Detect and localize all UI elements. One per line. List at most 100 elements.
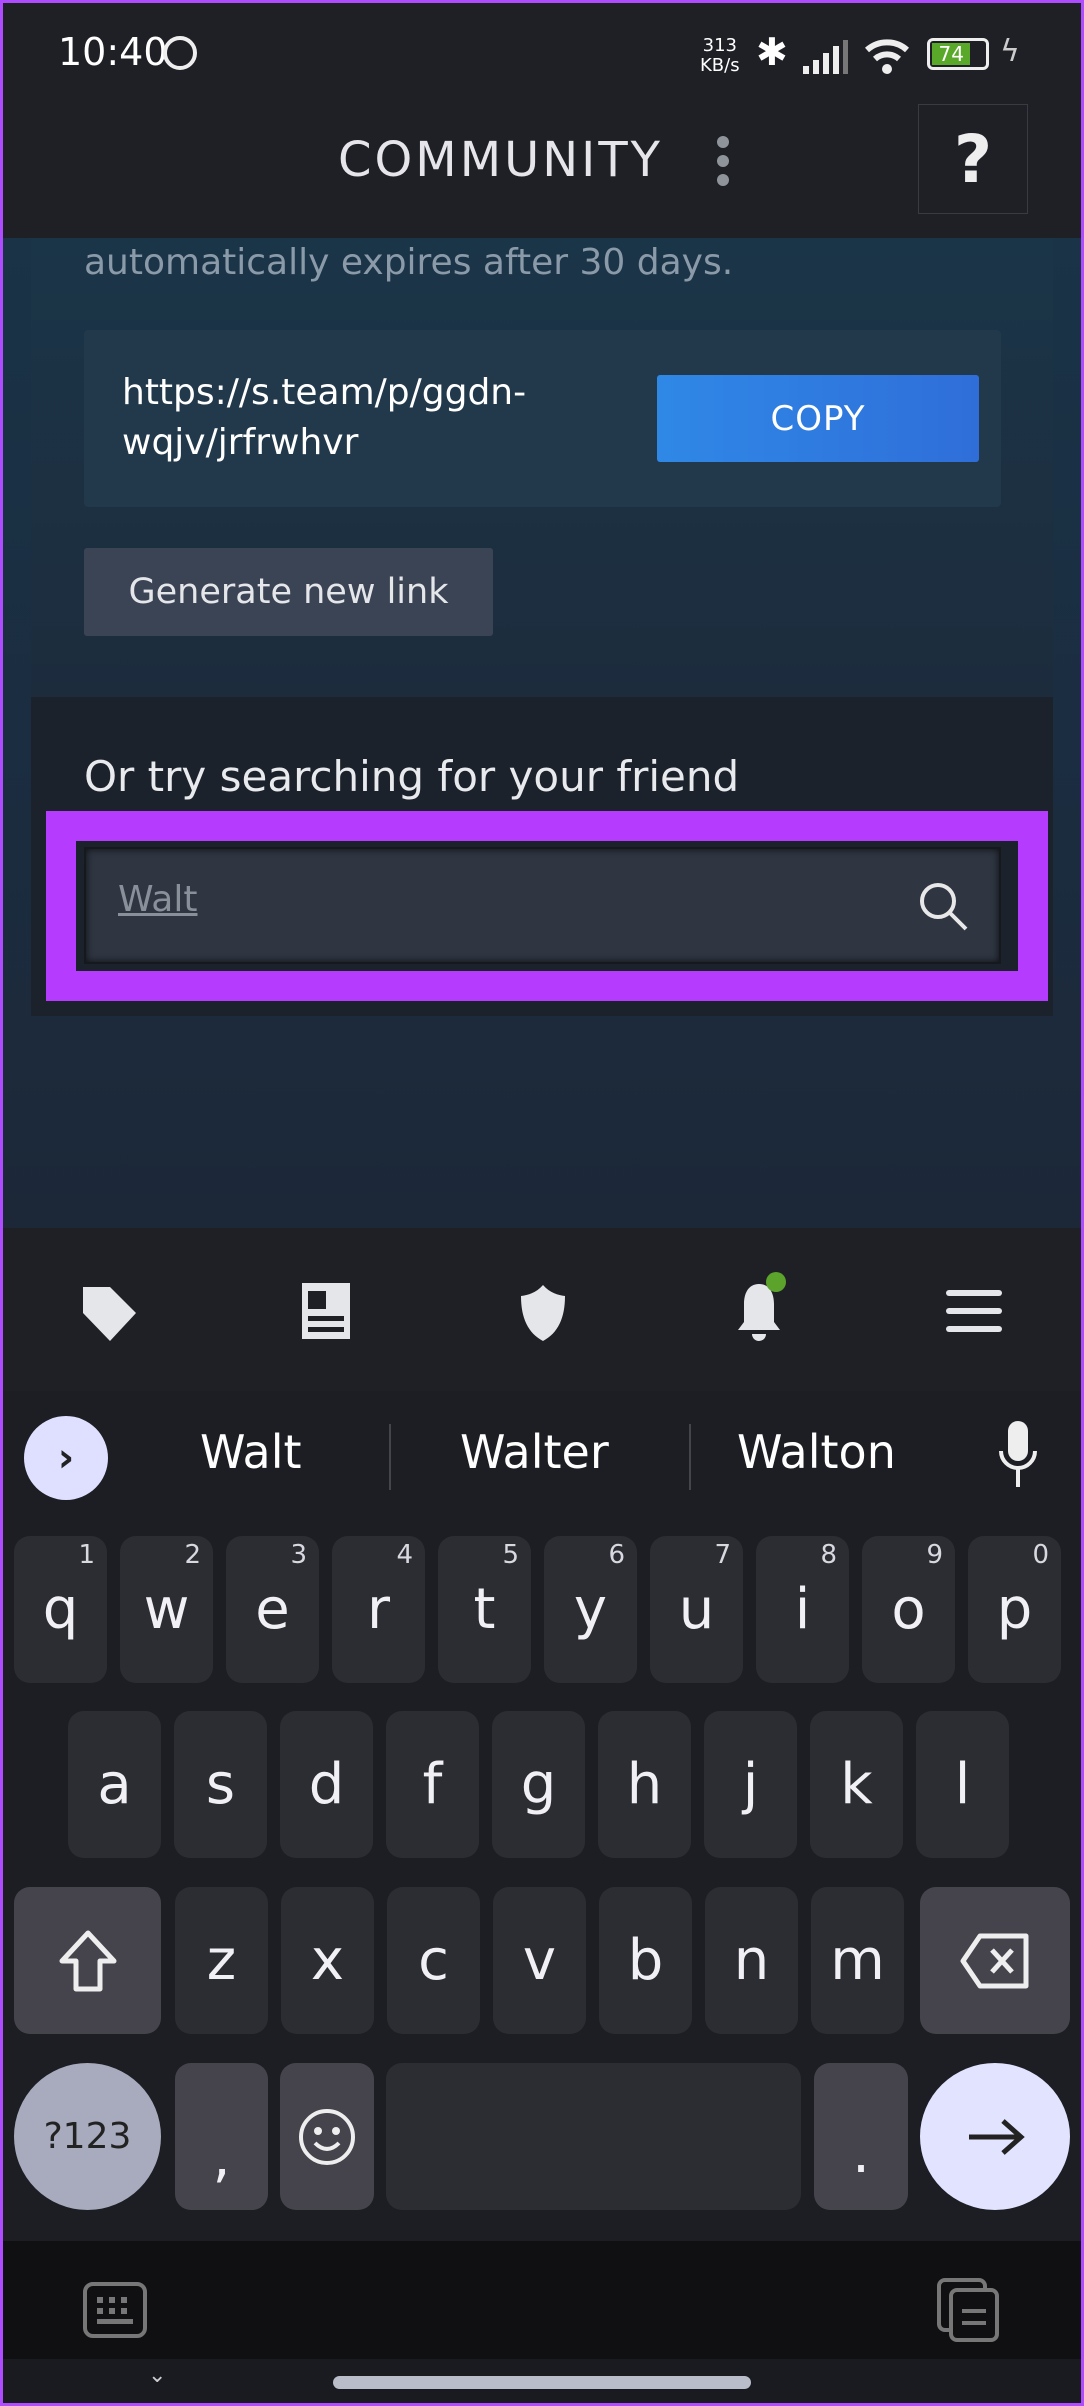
key-a[interactable]: a xyxy=(68,1711,161,1858)
key-number-hint: 8 xyxy=(820,1540,837,1570)
key-label: x xyxy=(310,1928,345,1993)
key-x[interactable]: x xyxy=(281,1887,374,2034)
enter-key[interactable] xyxy=(920,2063,1070,2210)
more-options-icon[interactable] xyxy=(716,136,730,186)
bottom-nav xyxy=(0,1228,1084,1391)
keyboard-icon[interactable] xyxy=(82,2281,148,2339)
bell-icon[interactable] xyxy=(734,1270,788,1344)
backspace-icon xyxy=(960,1933,1029,1988)
key-u[interactable]: u7 xyxy=(650,1536,743,1683)
key-z[interactable]: z xyxy=(175,1887,268,2034)
search-input[interactable]: Walt xyxy=(84,847,1001,964)
copy-label: COPY xyxy=(770,398,866,439)
key-c[interactable]: c xyxy=(387,1887,480,2034)
hide-keyboard-icon[interactable]: ⌄ xyxy=(148,2363,166,2388)
space-key[interactable] xyxy=(386,2063,801,2210)
search-heading: Or try searching for your friend xyxy=(84,752,740,801)
suggestion-2[interactable]: Walter xyxy=(460,1425,609,1479)
key-label: a xyxy=(97,1752,132,1817)
key-d[interactable]: d xyxy=(280,1711,373,1858)
key-b[interactable]: b xyxy=(599,1887,692,2034)
key-t[interactable]: t5 xyxy=(438,1536,531,1683)
key-f[interactable]: f xyxy=(386,1711,479,1858)
generate-link-button[interactable]: Generate new link xyxy=(84,548,493,636)
shield-icon[interactable] xyxy=(520,1283,566,1343)
key-label: h xyxy=(626,1752,663,1817)
key-q[interactable]: q1 xyxy=(14,1536,107,1683)
key-label: . xyxy=(852,2121,870,2186)
key-label: p xyxy=(996,1577,1033,1642)
expiry-text: automatically expires after 30 days. xyxy=(84,242,734,283)
key-h[interactable]: h xyxy=(598,1711,691,1858)
signal-icon xyxy=(803,40,848,74)
key-label: q xyxy=(42,1577,79,1642)
shift-icon xyxy=(59,1930,116,1991)
key-o[interactable]: o9 xyxy=(862,1536,955,1683)
wifi-icon xyxy=(865,39,909,74)
battery-level: 74 xyxy=(932,43,971,65)
emoji-icon xyxy=(299,2108,355,2165)
key-y[interactable]: y6 xyxy=(544,1536,637,1683)
battery-icon: 74 xyxy=(927,38,989,70)
microphone-icon[interactable] xyxy=(998,1421,1038,1491)
key-label: b xyxy=(627,1928,664,1993)
key-w[interactable]: w2 xyxy=(120,1536,213,1683)
key-n[interactable]: n xyxy=(705,1887,798,2034)
key-s[interactable]: s xyxy=(174,1711,267,1858)
suggestion-3[interactable]: Walton xyxy=(737,1425,896,1479)
key-label: r xyxy=(366,1577,391,1642)
key-g[interactable]: g xyxy=(492,1711,585,1858)
invite-link-box: https://s.team/p/ggdn- wqjv/jrfrwhvr COP… xyxy=(84,330,1001,507)
period-key[interactable]: . xyxy=(814,2063,908,2210)
key-m[interactable]: m xyxy=(811,1887,904,2034)
key-label: c xyxy=(418,1928,449,1993)
arrow-right-icon xyxy=(969,2118,1025,2155)
key-label: f xyxy=(422,1752,443,1817)
key-number-hint: 2 xyxy=(184,1540,201,1570)
key-label: u xyxy=(678,1577,715,1642)
key-v[interactable]: v xyxy=(493,1887,586,2034)
keyboard-toolbar xyxy=(0,2241,1084,2359)
emoji-key[interactable] xyxy=(280,2063,374,2210)
key-label: j xyxy=(742,1752,759,1817)
search-icon[interactable] xyxy=(916,879,972,935)
key-l[interactable]: l xyxy=(916,1711,1009,1858)
suggestions-toggle-button[interactable]: › xyxy=(24,1416,108,1500)
key-number-hint: 0 xyxy=(1032,1540,1049,1570)
help-button[interactable]: ? xyxy=(918,104,1028,214)
key-label: w xyxy=(143,1577,190,1642)
charging-icon: ϟ xyxy=(1000,34,1020,69)
key-i[interactable]: i8 xyxy=(756,1536,849,1683)
symbols-key[interactable]: ?123 xyxy=(14,2063,161,2210)
news-icon[interactable] xyxy=(302,1283,350,1339)
invite-link-line: https://s.team/p/ggdn- xyxy=(122,372,527,413)
invite-link[interactable]: https://s.team/p/ggdn- wqjv/jrfrwhvr xyxy=(122,368,526,468)
tag-icon[interactable] xyxy=(80,1283,140,1345)
shift-key[interactable] xyxy=(14,1887,161,2034)
key-label: z xyxy=(206,1928,237,1993)
key-k[interactable]: k xyxy=(810,1711,903,1858)
nav-bar: ⌄ xyxy=(0,2359,1084,2406)
key-r[interactable]: r4 xyxy=(332,1536,425,1683)
key-label: n xyxy=(733,1928,770,1993)
key-number-hint: 5 xyxy=(502,1540,519,1570)
key-number-hint: 3 xyxy=(290,1540,307,1570)
generate-link-label: Generate new link xyxy=(128,572,449,612)
home-handle[interactable] xyxy=(333,2376,751,2389)
clock: 10:40 xyxy=(58,30,168,74)
key-e[interactable]: e3 xyxy=(226,1536,319,1683)
key-label: g xyxy=(520,1752,557,1817)
menu-icon[interactable] xyxy=(946,1290,1002,1332)
clipboard-icon[interactable] xyxy=(936,2277,1002,2343)
key-j[interactable]: j xyxy=(704,1711,797,1858)
key-number-hint: 7 xyxy=(714,1540,731,1570)
copy-button[interactable]: COPY xyxy=(657,375,979,462)
key-number-hint: 9 xyxy=(926,1540,943,1570)
key-label: , xyxy=(212,2125,231,2190)
comma-key[interactable]: , xyxy=(175,2063,268,2210)
backspace-key[interactable] xyxy=(920,1887,1070,2034)
suggestion-1[interactable]: Walt xyxy=(200,1425,302,1479)
whatsapp-icon xyxy=(163,36,197,70)
key-number-hint: 1 xyxy=(78,1540,95,1570)
key-p[interactable]: p0 xyxy=(968,1536,1061,1683)
